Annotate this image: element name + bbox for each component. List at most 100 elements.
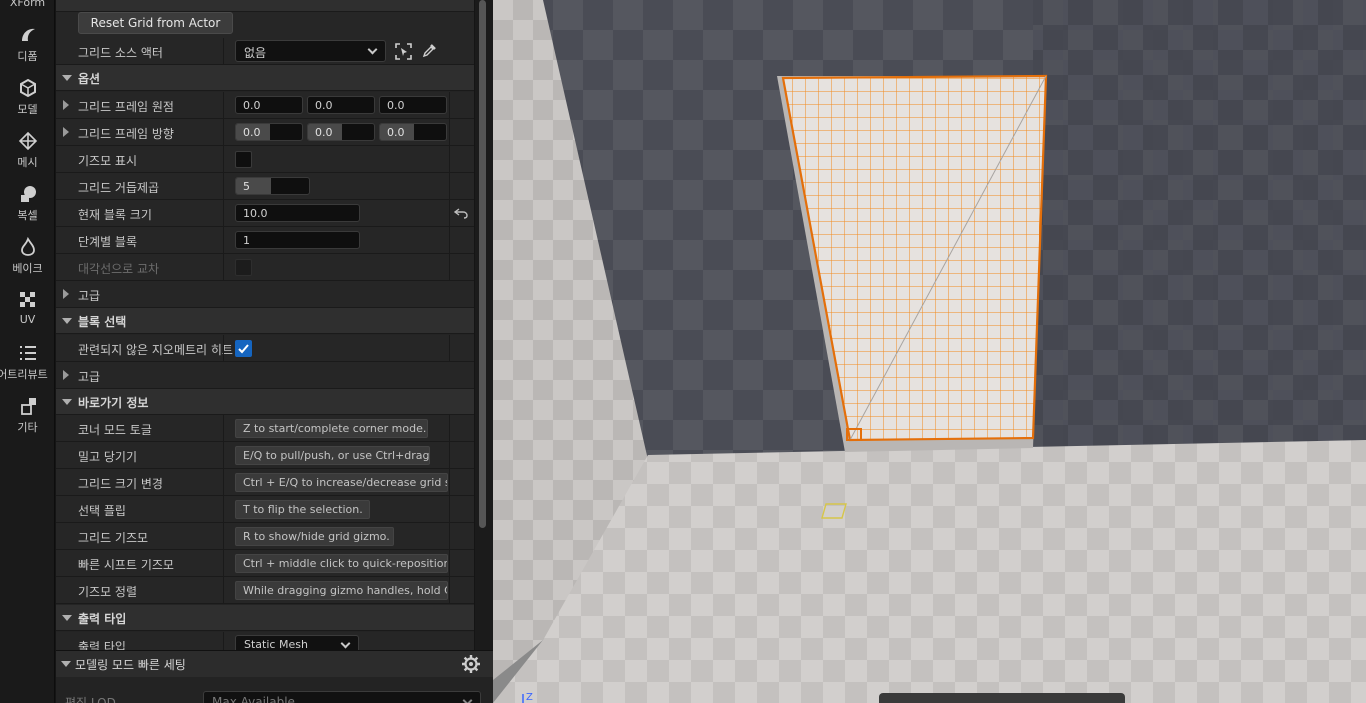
row-shortcut: 빠른 시프트 기즈모 Ctrl + middle click to quick-… <box>56 550 474 577</box>
tool-bake-label: 베이크 <box>12 262 43 275</box>
origin-x-field[interactable]: 0.0 <box>235 96 303 114</box>
gear-icon[interactable] <box>461 654 481 674</box>
expand-arrow-icon[interactable] <box>63 127 69 137</box>
orientation-roll-field[interactable]: 0.0 <box>235 123 303 141</box>
z-axis-label: Z <box>526 692 533 703</box>
tool-voxel-label: 복셀 <box>17 209 38 222</box>
shortcut-label: 그리드 크기 변경 <box>78 477 163 491</box>
mesh-icon <box>18 131 37 151</box>
hit-unrelated-label: 관련되지 않은 지오메트리 히트 <box>78 343 233 357</box>
chevron-down-icon <box>340 638 351 649</box>
grid-frame-origin-label: 그리드 프레임 원점 <box>78 100 174 114</box>
row-hit-unrelated: 관련되지 않은 지오메트리 히트 <box>56 335 474 362</box>
tool-mesh[interactable]: 메시 <box>0 131 55 170</box>
bake-icon <box>20 237 35 256</box>
blocks-per-step-label: 단계별 블록 <box>78 235 138 249</box>
row-grid-frame-orientation: 그리드 프레임 방향 0.0 0.0 0.0 <box>56 119 474 146</box>
tool-bake[interactable]: 베이크 <box>0 237 55 276</box>
row-advanced-1[interactable]: 고급 <box>56 281 474 308</box>
tool-attribute-label: 어트리뷰트 <box>0 368 48 381</box>
model-icon <box>19 78 36 98</box>
shortcut-hint: While dragging gizmo handles, hold Ct <box>235 581 448 600</box>
shortcut-hint: Ctrl + E/Q to increase/decrease grid s <box>235 473 448 492</box>
select-actor-icon[interactable] <box>395 43 412 60</box>
tool-misc[interactable]: 기타 <box>0 396 55 435</box>
diagonal-cross-checkbox[interactable] <box>235 259 252 276</box>
section-output-type[interactable]: 출력 타입 <box>56 605 474 631</box>
section-grid-top[interactable] <box>56 0 474 12</box>
row-shortcut: 밀고 당기기 E/Q to pull/push, or use Ctrl+dra… <box>56 442 474 469</box>
shortcut-label: 밀고 당기기 <box>78 450 138 464</box>
eyedropper-icon[interactable] <box>422 43 437 58</box>
panel-scrollbar-thumb[interactable] <box>479 0 486 528</box>
show-gizmo-label: 기즈모 표시 <box>78 154 138 168</box>
row-current-block-size: 현재 블록 크기 10.0 <box>56 200 474 227</box>
current-block-size-label: 현재 블록 크기 <box>78 208 152 222</box>
reset-grid-button[interactable]: Reset Grid from Actor <box>78 12 233 34</box>
reset-to-default-icon[interactable] <box>454 207 468 219</box>
tool-uv-label: UV <box>19 313 36 326</box>
collapse-triangle-icon <box>62 615 72 621</box>
blocks-per-step-field[interactable]: 1 <box>235 231 360 249</box>
row-advanced-2[interactable]: 고급 <box>56 362 474 389</box>
shortcut-label: 빠른 시프트 기즈모 <box>78 558 174 572</box>
tool-voxel[interactable]: 복셀 <box>0 184 55 223</box>
section-block-selection[interactable]: 블록 선택 <box>56 308 474 334</box>
section-options[interactable]: 옵션 <box>56 65 474 91</box>
misc-icon <box>20 398 36 415</box>
row-shortcut: 코너 모드 토글 Z to start/complete corner mode… <box>56 415 474 442</box>
row-shortcut: 그리드 크기 변경 Ctrl + E/Q to increase/decreas… <box>56 469 474 496</box>
grid-source-actor-value: 없음 <box>244 46 267 60</box>
viewport-toolbar[interactable] <box>879 693 1125 703</box>
grid-power-field[interactable]: 5 <box>235 177 310 195</box>
row-shortcut: 기즈모 정렬 While dragging gizmo handles, hol… <box>56 577 474 604</box>
section-shortcuts-title: 바로가기 정보 <box>78 396 149 410</box>
quick-settings-title: 모델링 모드 빠른 세팅 <box>75 658 186 672</box>
output-type-value: Static Mesh <box>244 638 308 650</box>
orientation-pitch-value: 0.0 <box>315 126 333 139</box>
section-options-title: 옵션 <box>78 72 101 86</box>
row-grid-frame-origin: 그리드 프레임 원점 0.0 0.0 0.0 <box>56 92 474 119</box>
quick-settings-header[interactable]: 모델링 모드 빠른 세팅 <box>56 651 493 677</box>
tool-model[interactable]: 모델 <box>0 78 55 117</box>
show-gizmo-checkbox[interactable] <box>235 151 252 168</box>
tool-xform[interactable]: XForm <box>0 0 55 9</box>
shortcut-label: 그리드 기즈모 <box>78 531 149 545</box>
uv-icon <box>19 292 35 307</box>
tool-uv[interactable]: UV <box>0 290 55 326</box>
diagonal-cross-label: 대각선으로 교차 <box>78 262 160 276</box>
expand-arrow-icon[interactable] <box>63 100 69 110</box>
shortcut-hint: Z to start/complete corner mode. <box>235 419 428 438</box>
details-panel: Reset Grid from Actor 그리드 소스 액터 없음 옵션 그리… <box>56 0 474 650</box>
output-type-combo[interactable]: Static Mesh <box>235 635 359 650</box>
collapse-triangle-icon <box>62 75 72 81</box>
orientation-roll-value: 0.0 <box>243 126 261 139</box>
orientation-yaw-field[interactable]: 0.0 <box>379 123 447 141</box>
mode-toolstrip: XForm 디폼 모델 메시 복셀 베이크 UV 어트리뷰트 기타 <box>0 0 55 703</box>
grid-power-label: 그리드 거듭제곱 <box>78 181 160 195</box>
shortcut-label: 기즈모 정렬 <box>78 585 138 599</box>
expand-arrow-icon[interactable] <box>63 289 69 299</box>
origin-z-field[interactable]: 0.0 <box>379 96 447 114</box>
row-shortcut: 선택 플립 T to flip the selection. <box>56 496 474 523</box>
orientation-pitch-field[interactable]: 0.0 <box>307 123 375 141</box>
edit-lod-combo[interactable]: Max Available <box>203 691 481 703</box>
row-grid-source-actor: 그리드 소스 액터 없음 <box>56 38 474 65</box>
tool-deform[interactable]: 디폼 <box>0 25 55 64</box>
checkmark-icon <box>238 344 249 354</box>
tool-attribute[interactable]: 어트리뷰트 <box>0 343 55 382</box>
grid-source-actor-combo[interactable]: 없음 <box>235 40 386 62</box>
expand-arrow-icon[interactable] <box>63 370 69 380</box>
shortcut-label: 코너 모드 토글 <box>78 423 152 437</box>
voxel-icon <box>20 186 36 202</box>
level-viewport[interactable]: Z <box>493 0 1366 703</box>
hit-unrelated-checkbox[interactable] <box>235 340 252 357</box>
shortcut-hint: R to show/hide grid gizmo. <box>235 527 394 546</box>
current-block-size-field[interactable]: 10.0 <box>235 204 360 222</box>
viewport-scene[interactable]: Z <box>493 0 1366 703</box>
section-shortcuts[interactable]: 바로가기 정보 <box>56 389 474 415</box>
collapse-triangle-icon <box>62 399 72 405</box>
row-reset-grid: Reset Grid from Actor <box>56 12 474 39</box>
tool-xform-label: XForm <box>9 0 46 9</box>
origin-y-field[interactable]: 0.0 <box>307 96 375 114</box>
